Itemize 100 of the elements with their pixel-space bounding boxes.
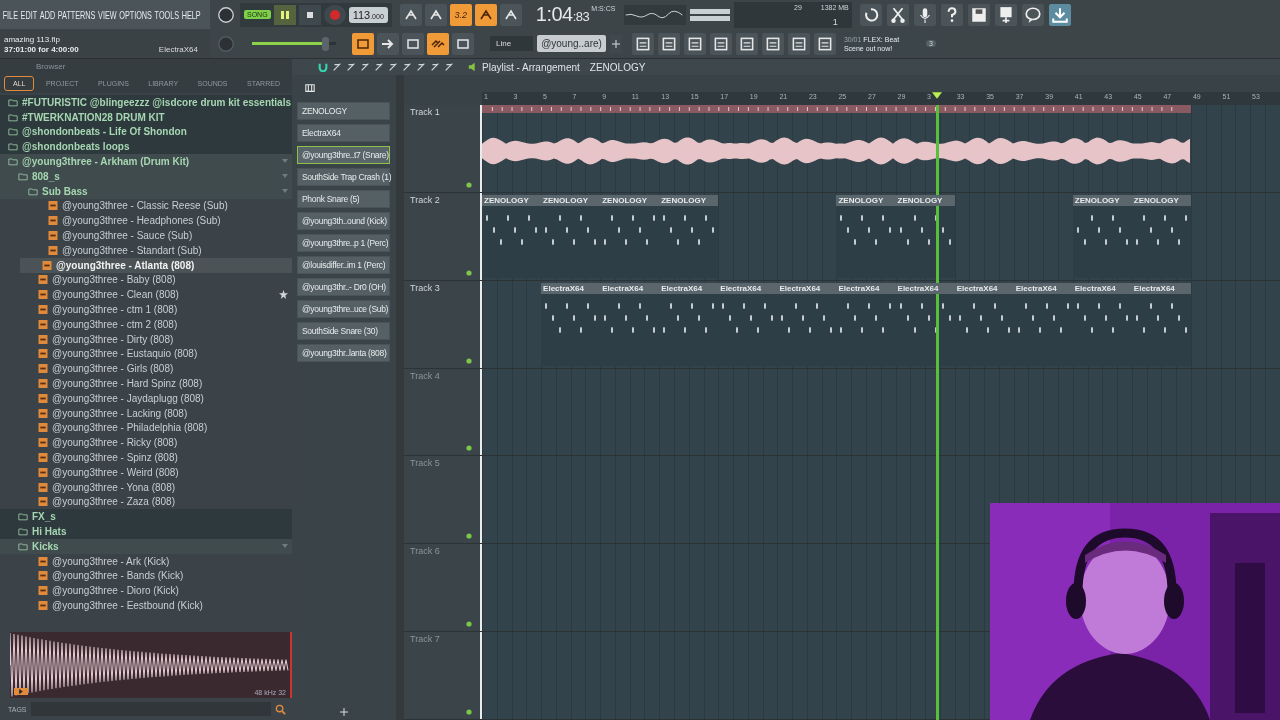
- window-button-icon[interactable]: [631, 32, 654, 55]
- pattern-clip[interactable]: ElectraX64: [541, 282, 601, 366]
- chat-icon[interactable]: [1021, 3, 1044, 26]
- pattern-clip[interactable]: ZENOLOGY: [836, 194, 896, 278]
- track-led-icon[interactable]: [466, 533, 472, 540]
- tool-icon[interactable]: [360, 62, 370, 72]
- browser-item[interactable]: @young3three - Dirty (808): [20, 331, 292, 347]
- pattern-clip[interactable]: ElectraX64: [895, 282, 955, 366]
- window-button-icon[interactable]: [813, 32, 836, 55]
- undo-icon[interactable]: [859, 3, 882, 26]
- save-icon[interactable]: [967, 3, 990, 26]
- toolbar-button[interactable]: [499, 3, 522, 26]
- browser-item[interactable]: @young3three - Headphones (Sub): [20, 213, 292, 229]
- browser-item[interactable]: @young3three - Philadelphia (808): [20, 420, 292, 436]
- menu-item[interactable]: PATTERNS: [57, 8, 96, 21]
- pattern-selector[interactable]: @young..are): [537, 35, 606, 52]
- browser-item[interactable]: @young3three - Standart (Sub): [20, 242, 292, 258]
- menu-item[interactable]: FILE: [2, 8, 18, 21]
- arrow-button[interactable]: [377, 32, 399, 55]
- slider-thumb[interactable]: [321, 36, 329, 51]
- browser-item[interactable]: @shondonbeats loops: [0, 139, 292, 155]
- window-button-icon[interactable]: [761, 32, 784, 55]
- toolbar-button[interactable]: [399, 3, 422, 26]
- track-led-icon[interactable]: [466, 269, 472, 276]
- tool-icon[interactable]: [388, 62, 398, 72]
- menu-item[interactable]: VIEW: [98, 8, 117, 21]
- tool-icon[interactable]: [374, 62, 384, 72]
- toolbar-button[interactable]: [474, 3, 497, 26]
- menu-item[interactable]: TOOLS: [154, 8, 180, 21]
- browser-item[interactable]: @young3three - Hard Spinz (808): [20, 376, 292, 391]
- browser-item[interactable]: @young3three - Sauce (Sub): [20, 228, 292, 243]
- channel-button[interactable]: SouthSide Snare (30): [297, 322, 390, 340]
- browser-item[interactable]: @young3three - Lacking (808): [20, 405, 292, 421]
- browser-item[interactable]: Hi Hats: [0, 524, 292, 539]
- piano-button[interactable]: [352, 32, 374, 55]
- track-led-icon[interactable]: [466, 709, 472, 715]
- tool-icon[interactable]: [332, 62, 342, 72]
- tool-icon[interactable]: [430, 62, 440, 72]
- channel-button[interactable]: @young3thre..uce (Sub): [297, 300, 390, 318]
- browser-item[interactable]: @young3three - Eustaquio (808): [20, 346, 292, 362]
- speaker-icon[interactable]: [468, 62, 478, 72]
- pattern-clip[interactable]: ElectraX64: [600, 282, 660, 366]
- track-led-icon[interactable]: [466, 181, 472, 188]
- browser-item[interactable]: @young3three - Dioro (Kick): [20, 583, 292, 599]
- tool-icon[interactable]: [416, 62, 426, 72]
- stop-button[interactable]: [298, 4, 321, 25]
- channel-button[interactable]: @young3thr..lanta (808): [297, 344, 390, 362]
- browser-item[interactable]: @young3three - Ricky (808): [20, 435, 292, 451]
- pattern-clip[interactable]: ElectraX64: [1013, 282, 1073, 366]
- menu-item[interactable]: OPTIONS: [119, 8, 152, 21]
- window-button-icon[interactable]: [683, 32, 706, 55]
- browser-item[interactable]: @young3three - Yona (808): [20, 479, 292, 495]
- window-button-icon[interactable]: [657, 32, 680, 55]
- pattern-clip[interactable]: ZENOLOGY: [1131, 194, 1191, 278]
- channel-button[interactable]: @young3thr..- Dr0 (OH): [297, 278, 390, 296]
- browser-item[interactable]: @young3three - Spinz (808): [20, 450, 292, 465]
- search-icon[interactable]: [275, 703, 286, 715]
- browser-item[interactable]: #FUTURISTIC @blingeezzz @isdcore drum kit essentials: [0, 95, 292, 110]
- pattern-clip[interactable]: ElectraX64: [1072, 282, 1132, 366]
- window-button-icon[interactable]: [735, 32, 758, 55]
- browser-item[interactable]: @young3three - ctm 1 (808): [20, 302, 292, 317]
- link-button[interactable]: [427, 32, 449, 55]
- pattern-clip[interactable]: ZENOLOGY: [541, 194, 601, 278]
- channel-button[interactable]: ZENOLOGY: [297, 102, 390, 120]
- track-led-icon[interactable]: [466, 621, 472, 628]
- browser-item[interactable]: @young3three - Zaza (808): [20, 494, 292, 510]
- browser-item[interactable]: @young3three - Atlanta (808): [20, 257, 292, 273]
- pattern-clip[interactable]: ZENOLOGY: [895, 194, 955, 278]
- browser-item[interactable]: @young3three - Clean (808): [20, 287, 292, 303]
- pattern-clip[interactable]: ZENOLOGY: [659, 194, 719, 278]
- pattern-clip[interactable]: ElectraX64: [718, 282, 778, 366]
- pattern-clip[interactable]: ElectraX64: [954, 282, 1014, 366]
- pause-button[interactable]: [273, 4, 296, 25]
- help-icon[interactable]: [940, 3, 963, 26]
- pattern-clip[interactable]: ZENOLOGY: [482, 194, 542, 278]
- browser-item[interactable]: @young3three - Ark (Kick): [20, 553, 292, 569]
- channel-button[interactable]: ElectraX64: [297, 124, 390, 142]
- pattern-clip[interactable]: ZENOLOGY: [1072, 194, 1132, 278]
- channel-button[interactable]: @louisdiffer..im 1 (Perc): [297, 256, 390, 274]
- menu-item[interactable]: EDIT: [20, 8, 38, 21]
- pattern-clip[interactable]: ElectraX64: [659, 282, 719, 366]
- channel-button[interactable]: @young3th..ound (Kick): [297, 212, 390, 230]
- browser-item[interactable]: @young3three - Girls (808): [20, 361, 292, 377]
- channel-button[interactable]: @young3thre..t7 (Snare): [297, 146, 390, 164]
- piano-icon[interactable]: [305, 83, 315, 93]
- snap-dropdown[interactable]: Line: [490, 36, 534, 51]
- magnet-icon[interactable]: [318, 62, 328, 72]
- pattern-clip[interactable]: ZENOLOGY: [600, 194, 660, 278]
- channel-button[interactable]: SouthSide Trap Crash (1): [297, 168, 390, 186]
- browser-item[interactable]: @young3three - Baby (808): [20, 272, 292, 288]
- browser-item[interactable]: @young3three - Jaydaplugg (808): [20, 390, 292, 406]
- channel-button[interactable]: @young3thre..p 1 (Perc): [297, 234, 390, 252]
- menu-item[interactable]: HELP: [181, 8, 201, 21]
- toolbar-button[interactable]: 3.2: [449, 3, 472, 26]
- play-icon[interactable]: [14, 688, 28, 695]
- browser-item[interactable]: FX_s: [0, 509, 292, 525]
- pattern-name[interactable]: ZENOLOGY: [589, 61, 646, 73]
- download-icon[interactable]: [1048, 3, 1071, 26]
- tool-icon[interactable]: [346, 62, 356, 72]
- pattern-clip[interactable]: ElectraX64: [1131, 282, 1191, 366]
